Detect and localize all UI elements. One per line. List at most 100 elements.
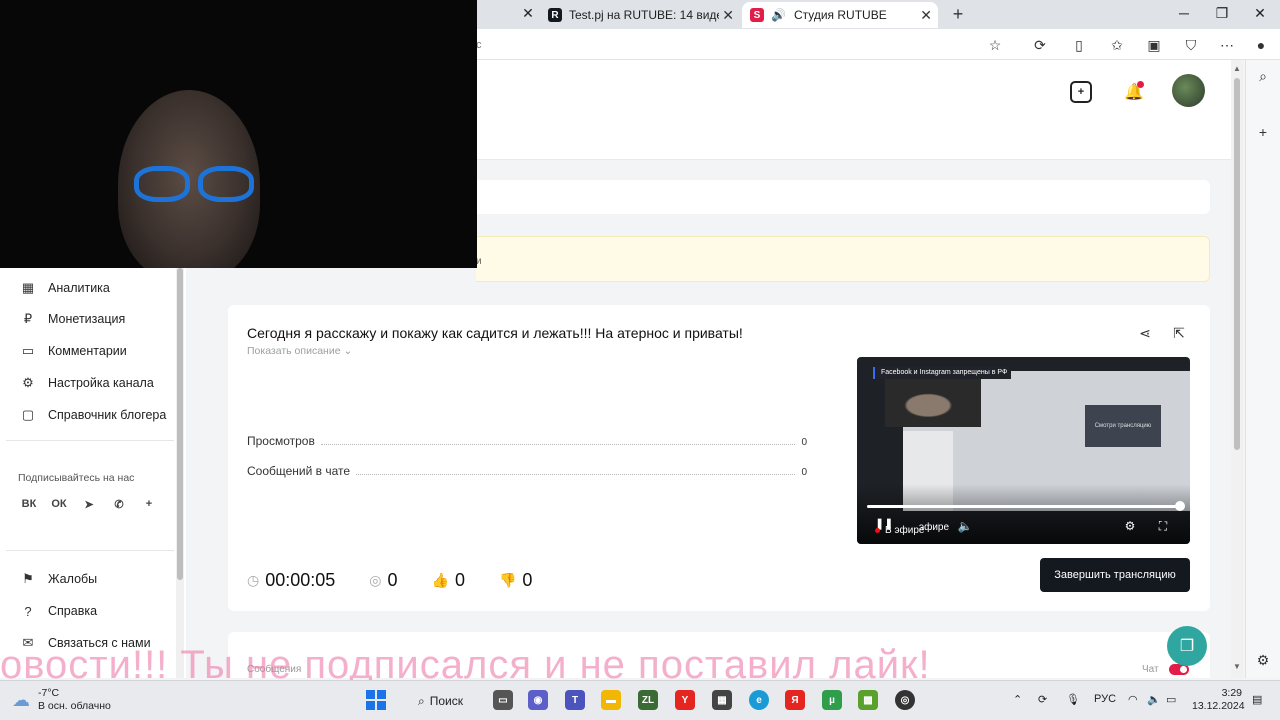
add-icon[interactable]: + bbox=[1254, 124, 1272, 142]
viewer-icon: ◎ bbox=[369, 571, 382, 588]
divider bbox=[6, 550, 174, 551]
notifications-icon[interactable]: ▤ bbox=[1252, 693, 1262, 706]
start-button[interactable] bbox=[366, 690, 386, 710]
live-label-overlap: эфире bbox=[919, 522, 950, 533]
zl-app-icon[interactable]: ZL bbox=[638, 690, 658, 710]
bell-icon[interactable]: 🔔 bbox=[1123, 81, 1145, 103]
telegram-icon[interactable]: ➤ bbox=[80, 498, 98, 516]
settings-icon[interactable]: ⚙ bbox=[1122, 519, 1138, 533]
page-scrollbar[interactable]: ▲ ▼ bbox=[1231, 60, 1243, 678]
task-view-icon[interactable]: ▭ bbox=[493, 690, 513, 710]
show-description-label: Показать описание bbox=[247, 345, 341, 357]
open-external-icon[interactable]: ⇱ bbox=[1170, 325, 1188, 343]
ok-icon[interactable]: ОК bbox=[50, 498, 68, 516]
browser-profile-icon[interactable]: ● bbox=[1252, 36, 1270, 54]
windows-taskbar: ☁ -7°C В осн. облачно ⌕ Поиск ▭ ◉ T ▬ ZL … bbox=[0, 680, 1280, 720]
volume-icon[interactable]: 🔈 bbox=[957, 519, 973, 533]
microphone-icon[interactable]: 🎙 bbox=[1066, 693, 1080, 706]
minimize-icon[interactable]: ─ bbox=[1176, 5, 1192, 21]
battery-icon[interactable]: ▭ bbox=[1166, 693, 1176, 706]
sidebar-item-complaints[interactable]: ⚑ Жалобы bbox=[20, 569, 97, 589]
end-stream-button[interactable]: Завершить трансляцию bbox=[1040, 558, 1190, 592]
player-progress-bar[interactable] bbox=[867, 505, 1180, 508]
maximize-icon[interactable]: ❐ bbox=[1214, 5, 1230, 22]
split-screen-icon[interactable]: ▯ bbox=[1070, 36, 1088, 54]
scroll-up-icon[interactable]: ▲ bbox=[1233, 64, 1241, 73]
viber-icon[interactable]: ✆ bbox=[110, 498, 128, 516]
refresh-icon[interactable]: ⟳ bbox=[1031, 36, 1049, 54]
flag-icon: ⚑ bbox=[22, 571, 34, 586]
scrollbar-thumb[interactable] bbox=[1234, 78, 1240, 450]
favorites-icon[interactable]: ✩ bbox=[1108, 36, 1126, 54]
search-icon[interactable]: ⌕ bbox=[1254, 68, 1272, 86]
teams-icon[interactable]: T bbox=[565, 690, 585, 710]
minecraft-icon[interactable]: ▩ bbox=[858, 690, 878, 710]
sidebar-scrollbar[interactable] bbox=[176, 268, 184, 678]
sidebar-item-analytics[interactable]: ▦ Аналитика bbox=[20, 278, 110, 298]
tab-rutube-studio[interactable]: S 🔊 Студия RUTUBE ✕ bbox=[742, 2, 938, 28]
stat-label: Просмотров bbox=[247, 434, 315, 448]
thumbs-up-icon: 👍 bbox=[431, 571, 449, 588]
wifi-icon[interactable]: ◠ bbox=[1128, 693, 1138, 706]
store-icon[interactable]: ▦ bbox=[712, 690, 732, 710]
progress-knob[interactable] bbox=[1175, 501, 1185, 511]
help-icon: ? bbox=[24, 603, 32, 619]
scrollbar-thumb[interactable] bbox=[177, 268, 183, 580]
folder-icon[interactable]: ▬ bbox=[601, 690, 621, 710]
viewers-value: 0 bbox=[387, 569, 398, 590]
collections-icon[interactable]: ▣ bbox=[1145, 36, 1163, 54]
search-icon: ⌕ bbox=[418, 693, 425, 708]
tab-close-icon[interactable]: ✕ bbox=[520, 5, 536, 22]
clock-time: 3:29 bbox=[1221, 687, 1242, 699]
dislikes-value: 0 bbox=[522, 569, 533, 590]
shield-icon[interactable]: ⛉ bbox=[1182, 36, 1200, 54]
thumbs-down-icon: 👎 bbox=[498, 571, 517, 588]
language-indicator[interactable]: РУС bbox=[1094, 693, 1116, 705]
utorrent-icon[interactable]: µ bbox=[822, 690, 842, 710]
stream-preview-player[interactable]: Смотри трансляцию Facebook и Instagram з… bbox=[857, 357, 1190, 544]
volume-icon[interactable]: 🔈 bbox=[1147, 693, 1161, 706]
tab-title: Студия RUTUBE bbox=[793, 8, 887, 22]
yandex-icon[interactable]: Я bbox=[785, 690, 805, 710]
tab-close-icon[interactable]: ✕ bbox=[722, 7, 734, 24]
tray-chevron-icon[interactable]: ⌃ bbox=[1013, 693, 1022, 706]
weather-widget[interactable]: ☁ -7°C В осн. облачно bbox=[12, 687, 111, 713]
obs-icon[interactable]: ◎ bbox=[895, 690, 915, 710]
tray-app-icon[interactable]: ⟳ bbox=[1038, 693, 1047, 706]
avatar[interactable] bbox=[1172, 74, 1205, 107]
chat-app-icon[interactable]: ◉ bbox=[528, 690, 548, 710]
cloud-icon: ☁ bbox=[12, 689, 30, 710]
sidebar-item-channel-settings[interactable]: ⚙ Настройка канала bbox=[20, 373, 154, 393]
tab-rutube-channel[interactable]: R Test.pj на RUTUBE: 14 видео – см ✕ bbox=[540, 2, 740, 28]
clock-date: 13.12.2024 bbox=[1192, 700, 1245, 712]
comment-icon: ▭ bbox=[21, 343, 35, 358]
show-description-link[interactable]: Показать описание ⌄ bbox=[247, 345, 352, 357]
vk-icon[interactable]: ВК bbox=[20, 498, 38, 516]
sidebar-item-label: Справка bbox=[48, 604, 98, 618]
fullscreen-icon[interactable]: ⛶ bbox=[1155, 519, 1171, 534]
sidebar-item-blogger-guide[interactable]: ▢ Справочник блогера bbox=[20, 405, 167, 425]
speaker-icon[interactable]: 🔊 bbox=[771, 8, 786, 22]
notice-banner bbox=[476, 236, 1210, 282]
window-close-icon[interactable]: ✕ bbox=[1252, 5, 1268, 22]
favorite-star-icon[interactable]: ☆ bbox=[986, 36, 1004, 54]
upload-icon[interactable]: + bbox=[1070, 81, 1092, 103]
taskbar-clock[interactable]: 3:29 13.12.2024 bbox=[1192, 687, 1245, 713]
tab-close-icon[interactable]: ✕ bbox=[920, 7, 932, 24]
stream-card: Сегодня я расскажу и покажу как садится … bbox=[228, 305, 1210, 611]
preview-watch-button: Смотри трансляцию bbox=[1085, 405, 1161, 447]
taskbar-search[interactable]: ⌕ Поиск bbox=[410, 689, 471, 713]
sidebar-item-help[interactable]: ? Справка bbox=[20, 601, 97, 621]
sidebar-item-comments[interactable]: ▭ Комментарии bbox=[20, 341, 127, 361]
edge-icon[interactable]: e bbox=[749, 690, 769, 710]
new-tab-icon[interactable]: + bbox=[950, 4, 966, 25]
sidebar-item-monetization[interactable]: ₽ Монетизация bbox=[20, 309, 125, 329]
share-icon[interactable]: ⋖ bbox=[1136, 325, 1154, 343]
more-menu-icon[interactable]: ⋯ bbox=[1218, 36, 1236, 54]
glasses-lens bbox=[198, 166, 254, 202]
temperature: -7°C bbox=[38, 687, 60, 699]
more-social-icon[interactable]: + bbox=[140, 498, 158, 516]
viewers-metric: ◎ 0 bbox=[369, 570, 397, 591]
tabs-strip bbox=[476, 180, 1210, 214]
yandex-browser-icon[interactable]: Y bbox=[675, 690, 695, 710]
